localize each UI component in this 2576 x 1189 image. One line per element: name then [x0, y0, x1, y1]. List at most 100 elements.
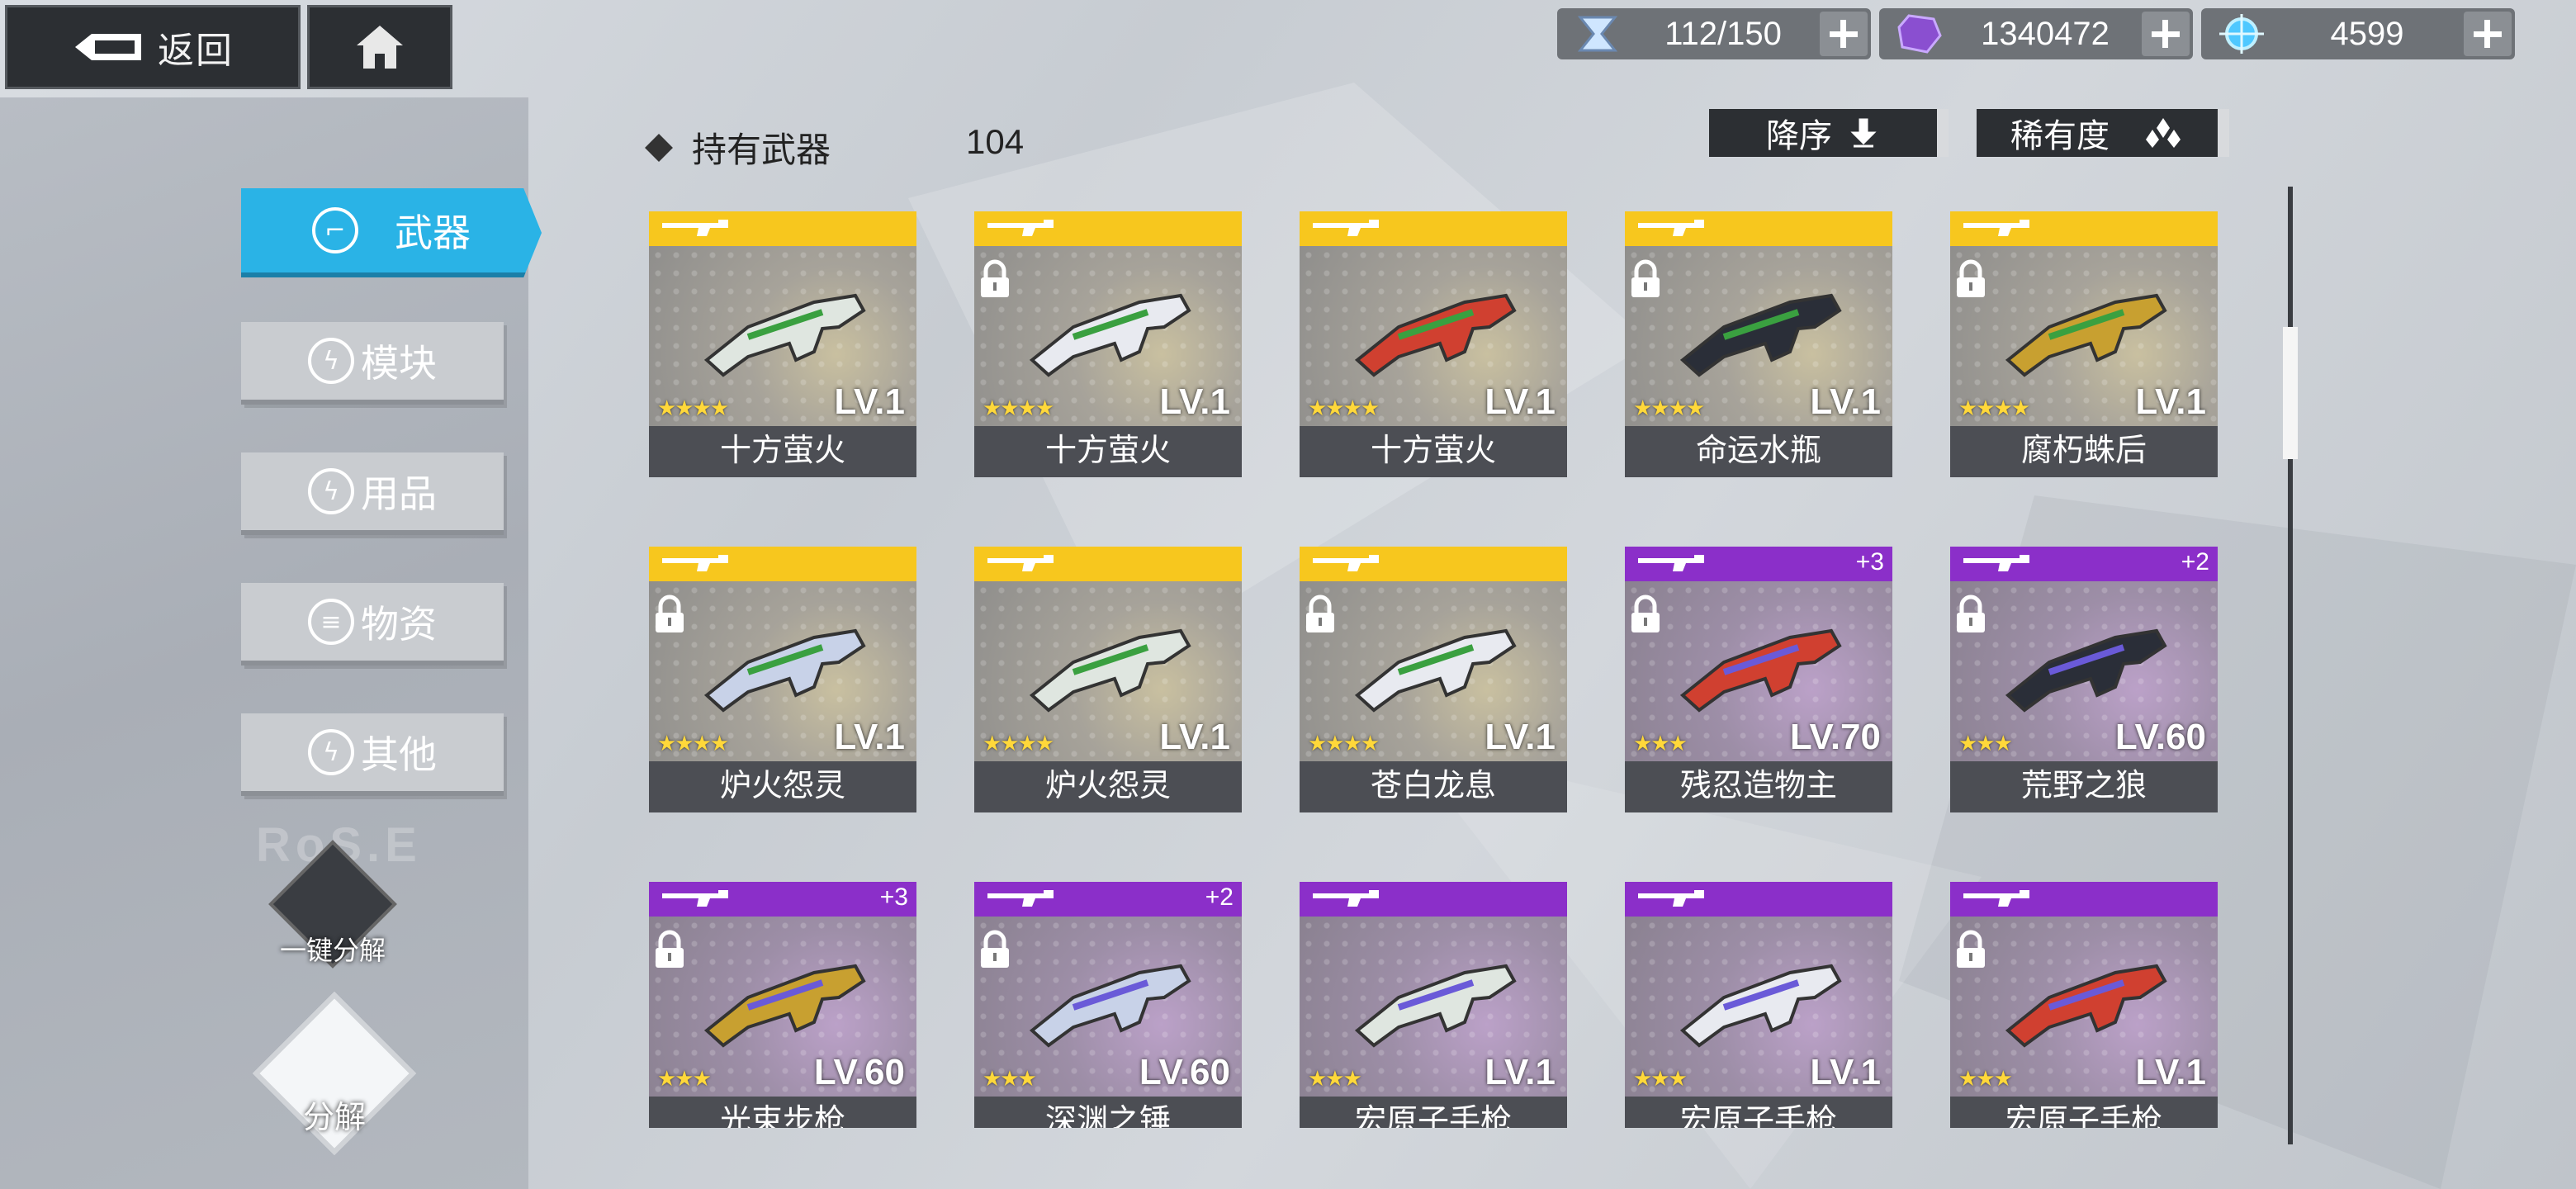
- weapon-card[interactable]: ★★★ LV.1 宏原子手枪: [1300, 882, 1567, 1128]
- weapon-type-icon: [1963, 220, 2029, 236]
- weapon-card[interactable]: ★★★★ LV.1 十方萤火: [1300, 211, 1567, 477]
- owned-weapons-label: 持有武器: [692, 130, 831, 170]
- weapon-image-icon: [703, 964, 866, 1048]
- lock-icon[interactable]: [652, 930, 687, 971]
- dismantle-button[interactable]: 分解: [248, 992, 421, 1156]
- tab-weapons[interactable]: ⌐ 武器: [241, 188, 542, 277]
- back-arrow-icon: [75, 34, 141, 60]
- weapon-card[interactable]: ★★★★ LV.1 炉火怨灵: [974, 547, 1242, 812]
- weapon-image-icon: [1679, 293, 1842, 377]
- weapon-image-icon: [1029, 964, 1191, 1048]
- refine-plus: +3: [1855, 548, 1884, 576]
- home-icon: [357, 26, 403, 69]
- star-rating: ★★★: [1633, 1067, 1688, 1092]
- weapon-type-icon: [1313, 890, 1379, 907]
- sort-rarity-label: 稀有度: [2010, 117, 2110, 155]
- tab-others[interactable]: ϟ 其他: [241, 713, 504, 796]
- lock-icon[interactable]: [1953, 930, 1988, 971]
- purple-crystal-icon: [1897, 14, 1942, 54]
- star-rating: ★★★★: [983, 396, 1054, 421]
- tab-supplies[interactable]: ϟ 用品: [241, 452, 504, 535]
- scrollbar-thumb[interactable]: [2283, 327, 2298, 459]
- add-stamina-button[interactable]: [1820, 12, 1868, 56]
- sort-order-button[interactable]: 降序: [1709, 109, 1949, 157]
- lock-icon[interactable]: [1953, 594, 1988, 636]
- weapon-card[interactable]: ★★★★ LV.1 命运水瓶: [1625, 211, 1892, 477]
- weapon-level: LV.60: [813, 1052, 905, 1092]
- lock-icon[interactable]: [978, 259, 1012, 301]
- weapon-card[interactable]: +3 ★★★ LV.70 残忍造物主: [1625, 547, 1892, 812]
- tab-modules-label: 模块: [361, 341, 437, 386]
- lock-icon[interactable]: [978, 930, 1012, 971]
- add-orb-button[interactable]: [2464, 12, 2512, 56]
- weapon-name: 炉火怨灵: [649, 761, 916, 812]
- diamond-bullet-icon: [645, 133, 673, 162]
- gun-icon: ⌐: [312, 207, 358, 253]
- weapon-name: 宏原子手枪: [1625, 1097, 1892, 1128]
- weapon-type-icon: [1313, 220, 1379, 236]
- weapon-image-icon: [1029, 293, 1191, 377]
- weapon-name: 宏原子手枪: [1300, 1097, 1567, 1128]
- sort-rarity-button[interactable]: 稀有度: [1977, 109, 2229, 157]
- weapon-card[interactable]: ★★★★ LV.1 苍白龙息: [1300, 547, 1567, 812]
- lock-icon[interactable]: [652, 594, 687, 636]
- weapon-image-icon: [1354, 293, 1517, 377]
- star-rating: ★★★: [983, 1067, 1037, 1092]
- weapon-card[interactable]: ★★★★ LV.1 腐朽蛛后: [1950, 211, 2218, 477]
- star-rating: ★★★: [1958, 1067, 2013, 1092]
- weapon-level: LV.1: [1159, 717, 1230, 757]
- bolt-icon: ϟ: [308, 338, 354, 384]
- weapon-card[interactable]: +2 ★★★ LV.60 荒野之狼: [1950, 547, 2218, 812]
- back-button[interactable]: 返回: [5, 5, 301, 89]
- star-rating: ★★★★: [1308, 732, 1380, 756]
- weapon-card[interactable]: ★★★★ LV.1 炉火怨灵: [649, 547, 916, 812]
- tab-supplies-label: 用品: [361, 471, 437, 516]
- star-rating: ★★★★: [657, 396, 729, 421]
- weapon-card[interactable]: ★★★ LV.1 宏原子手枪: [1625, 882, 1892, 1128]
- star-rating: ★★★: [657, 1067, 712, 1092]
- weapon-type-icon: [1963, 890, 2029, 907]
- weapon-type-icon: [1313, 555, 1379, 571]
- orb-value: 4599: [2330, 15, 2404, 52]
- weapon-image-icon: [1354, 964, 1517, 1048]
- weapon-name: 深渊之锤: [974, 1097, 1242, 1128]
- weapon-card[interactable]: ★★★★ LV.1 十方萤火: [974, 211, 1242, 477]
- lock-icon[interactable]: [1953, 259, 1988, 301]
- weapon-level: LV.1: [834, 381, 905, 422]
- weapon-image-icon: [2005, 293, 2167, 377]
- weapon-name: 炉火怨灵: [974, 761, 1242, 812]
- star-rating: ★★★: [1958, 732, 2013, 756]
- lock-icon[interactable]: [1628, 259, 1663, 301]
- lock-icon[interactable]: [1303, 594, 1338, 636]
- star-rating: ★★★★: [983, 732, 1054, 756]
- quick-dismantle-button[interactable]: 一键分解: [263, 840, 403, 983]
- weapon-level: LV.1: [1810, 381, 1881, 422]
- weapon-card[interactable]: ★★★ LV.1 宏原子手枪: [1950, 882, 2218, 1128]
- blue-orb-icon: [2219, 14, 2264, 54]
- weapon-level: LV.1: [1485, 1052, 1556, 1092]
- lock-icon[interactable]: [1628, 594, 1663, 636]
- back-label: 返回: [158, 30, 234, 72]
- tab-materials-label: 物资: [361, 602, 437, 647]
- weapon-card[interactable]: +2 ★★★ LV.60 深渊之锤: [974, 882, 1242, 1128]
- refine-plus: +3: [879, 883, 908, 911]
- weapon-image-icon: [2005, 964, 2167, 1048]
- weapon-grid: ★★★★ LV.1 十方萤火 ★★★★ LV.1 十方萤火 ★★★★ LV.1 十方萤火 ★★★★…: [649, 211, 2218, 1128]
- weapon-card[interactable]: ★★★★ LV.1 十方萤火: [649, 211, 916, 477]
- home-button[interactable]: [307, 5, 452, 89]
- weapon-name: 十方萤火: [974, 426, 1242, 477]
- weapon-image-icon: [1354, 628, 1517, 713]
- weapon-level: LV.60: [1139, 1052, 1230, 1092]
- weapon-name: 十方萤火: [649, 426, 916, 477]
- bolt-icon: ϟ: [308, 468, 354, 514]
- weapon-image-icon: [1679, 628, 1842, 713]
- tab-modules[interactable]: ϟ 模块: [241, 322, 504, 405]
- weapon-type-icon: [662, 220, 728, 236]
- star-rating: ★★★★: [657, 732, 729, 756]
- weapon-card[interactable]: +3 ★★★ LV.60 光束步枪: [649, 882, 916, 1128]
- star-rating: ★★★: [1633, 732, 1688, 756]
- orb-resource: 4599: [2201, 8, 2515, 59]
- tab-materials[interactable]: ≡ 物资: [241, 583, 504, 666]
- add-crystal-button[interactable]: [2142, 12, 2190, 56]
- weapon-level: LV.60: [2114, 717, 2206, 757]
